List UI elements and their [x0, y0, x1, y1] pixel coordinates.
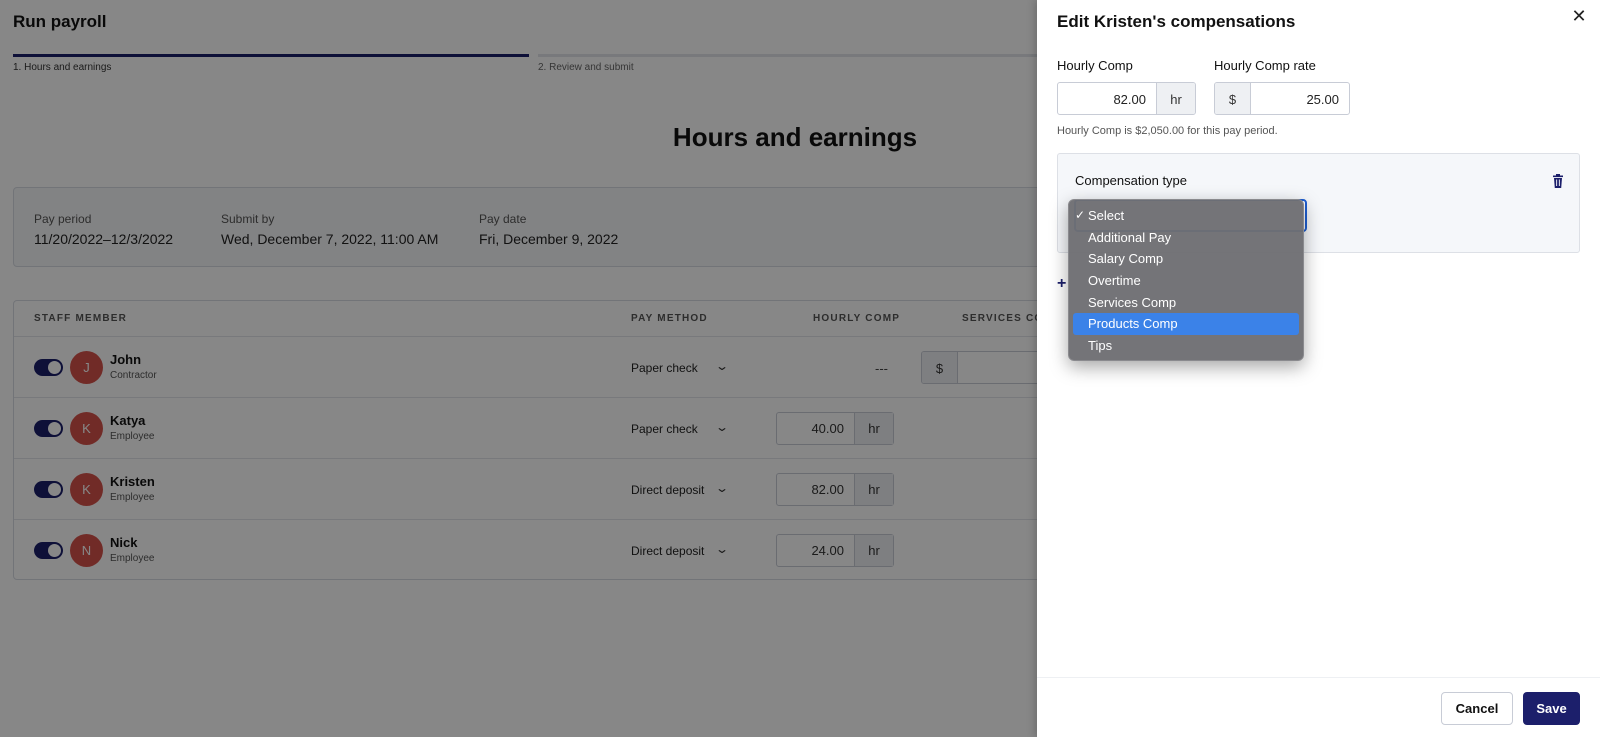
- hourly-rate-value: 25.00: [1306, 92, 1339, 107]
- dropdown-option-salary-comp[interactable]: Salary Comp: [1073, 248, 1299, 270]
- dropdown-option-select[interactable]: ✓ Select: [1073, 205, 1299, 227]
- dropdown-option-tips[interactable]: Tips: [1073, 335, 1299, 357]
- add-compensation-plus-icon[interactable]: +: [1057, 275, 1066, 293]
- dropdown-option-overtime[interactable]: Overtime: [1073, 270, 1299, 292]
- compensation-type-dropdown: ✓ Select Additional Pay Salary Comp Over…: [1068, 199, 1304, 361]
- dropdown-option-products-comp[interactable]: Products Comp: [1073, 313, 1299, 336]
- option-label: Overtime: [1088, 273, 1141, 289]
- option-label: Salary Comp: [1088, 251, 1164, 267]
- dropdown-option-additional-pay[interactable]: Additional Pay: [1073, 227, 1299, 249]
- hourly-comp-label: Hourly Comp: [1057, 58, 1133, 73]
- option-label: Select: [1088, 208, 1125, 223]
- dropdown-option-services-comp[interactable]: Services Comp: [1073, 292, 1299, 314]
- option-label: Products Comp: [1088, 316, 1178, 332]
- checkmark-icon: ✓: [1075, 208, 1086, 222]
- option-label: Services Comp: [1088, 294, 1177, 310]
- trash-icon[interactable]: [1551, 174, 1565, 188]
- close-icon[interactable]: ✕: [1569, 6, 1589, 26]
- unit-suffix: hr: [1156, 83, 1195, 114]
- option-label: Tips: [1088, 338, 1113, 354]
- hourly-comp-hint: Hourly Comp is $2,050.00 for this pay pe…: [1057, 125, 1278, 137]
- hourly-comp-field[interactable]: 82.00 hr: [1057, 82, 1196, 115]
- save-button[interactable]: Save: [1523, 692, 1580, 725]
- hourly-rate-label: Hourly Comp rate: [1214, 58, 1316, 73]
- hourly-comp-value: 82.00: [1113, 92, 1146, 107]
- drawer-footer: Cancel Save: [1037, 677, 1600, 737]
- option-label: Additional Pay: [1088, 229, 1172, 245]
- hourly-rate-field[interactable]: $ 25.00: [1214, 82, 1350, 115]
- currency-prefix: $: [1215, 83, 1251, 114]
- compensation-type-label: Compensation type: [1075, 173, 1188, 188]
- edit-compensation-drawer: Edit Kristen's compensations ✕ Hourly Co…: [1037, 0, 1600, 737]
- drawer-title: Edit Kristen's compensations: [1057, 12, 1296, 31]
- cancel-button[interactable]: Cancel: [1441, 692, 1513, 725]
